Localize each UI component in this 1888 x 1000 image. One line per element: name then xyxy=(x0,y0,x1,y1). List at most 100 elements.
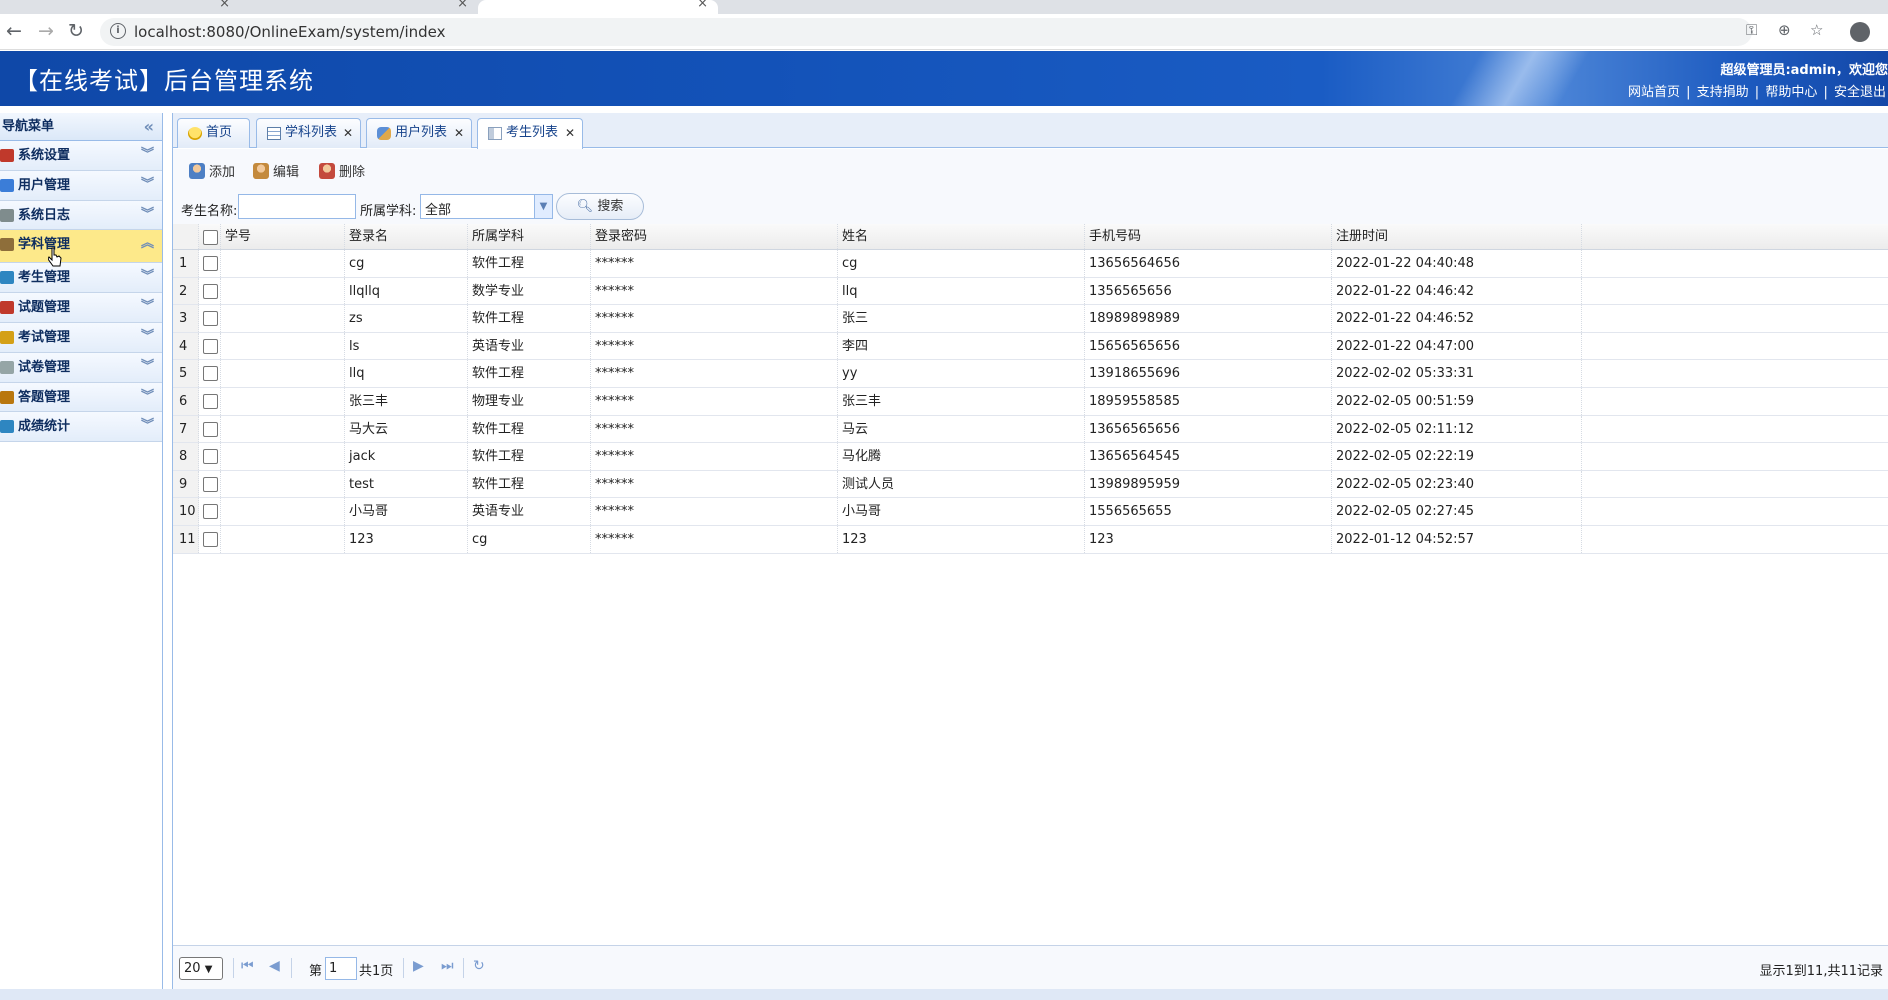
table-cell: 1356565656 xyxy=(1085,277,1332,305)
row-checkbox[interactable] xyxy=(203,283,218,299)
last-page-icon[interactable]: ⏭︎ xyxy=(441,958,454,974)
chevron-up-icon[interactable]: ︽ xyxy=(141,229,154,258)
browser-tab-active[interactable]: × xyxy=(478,0,718,14)
column-header[interactable]: 登录名 xyxy=(345,224,468,249)
sidebar-item-8[interactable]: 答题管理 ︾ xyxy=(0,382,162,413)
link-home[interactable]: 网站首页 xyxy=(1628,85,1680,100)
table-row[interactable]: 1 cg 软件工程 ****** cg 13656564656 2022-01-22 04:… xyxy=(173,250,1888,278)
chevron-down-icon[interactable]: ︾ xyxy=(141,322,154,351)
row-checkbox[interactable] xyxy=(203,476,218,492)
sidebar-item-7[interactable]: 试卷管理 ︾ xyxy=(0,352,162,383)
first-page-icon[interactable]: ⏮︎ xyxy=(241,958,254,974)
table-cell: 小马哥 xyxy=(345,498,468,525)
table-cell: 13656565656 xyxy=(1085,415,1332,443)
info-icon[interactable]: i xyxy=(110,23,126,39)
row-checkbox[interactable] xyxy=(203,256,218,271)
table-cell xyxy=(221,443,345,470)
sidebar-item-5[interactable]: 试题管理 ︾ xyxy=(0,293,162,323)
row-checkbox[interactable] xyxy=(203,366,218,382)
delete-button[interactable]: 删除 xyxy=(319,161,365,180)
close-icon[interactable]: × xyxy=(219,0,230,11)
link-help[interactable]: 帮助中心 xyxy=(1765,85,1817,100)
collapse-icon[interactable]: « xyxy=(144,113,154,141)
page-number-input[interactable]: 1 xyxy=(325,957,357,980)
search-button[interactable]: 🔍︎ 搜索 xyxy=(556,193,644,220)
table-row[interactable]: 8 jack 软件工程 ****** 马化腾 13656564545 2022-02-05 … xyxy=(173,443,1888,471)
close-icon[interactable]: ✕ xyxy=(454,119,464,147)
table-row[interactable]: 5 llq 软件工程 ****** yy 13918655696 2022-02-02 05… xyxy=(173,360,1888,388)
close-icon[interactable]: × xyxy=(697,0,708,11)
row-checkbox[interactable] xyxy=(203,504,218,520)
column-header[interactable]: 注册时间 xyxy=(1332,224,1582,249)
add-button[interactable]: 添加 xyxy=(189,161,235,180)
close-icon[interactable]: ✕ xyxy=(343,119,353,147)
chevron-down-icon[interactable]: ︾ xyxy=(141,352,154,381)
chevron-down-icon[interactable]: ︾ xyxy=(141,140,154,169)
star-icon[interactable]: ☆ xyxy=(1810,21,1823,39)
browser-tab[interactable]: × xyxy=(240,0,478,14)
column-header[interactable]: 手机号码 xyxy=(1085,224,1332,249)
column-header[interactable]: 登录密码 xyxy=(591,224,838,249)
row-checkbox[interactable] xyxy=(203,421,218,437)
table-row[interactable]: 4 ls 英语专业 ****** 李四 15656565656 2022-01-22 04:… xyxy=(173,332,1888,361)
next-page-icon[interactable]: ▶︎ xyxy=(413,958,424,974)
column-header[interactable]: 姓名 xyxy=(838,224,1085,249)
edit-button[interactable]: 编辑 xyxy=(253,161,299,180)
table-row[interactable]: 11 123 cg ****** 123 123 2022-01-12 04:52:57 xyxy=(173,525,1888,554)
table-row[interactable]: 2 llqllq 数学专业 ****** llq 1356565656 2022-01-22… xyxy=(173,277,1888,306)
profile-avatar-icon[interactable] xyxy=(1850,22,1870,42)
tab-home[interactable]: 首页 xyxy=(177,118,250,148)
page-size-select[interactable]: 20 ▼ xyxy=(179,957,223,980)
reload-icon[interactable]: ↻ xyxy=(68,20,84,42)
chevron-down-icon[interactable]: ▼ xyxy=(534,195,552,218)
row-checkbox[interactable] xyxy=(203,338,218,354)
tab-user-list[interactable]: 用户列表 ✕ xyxy=(366,118,472,148)
chevron-down-icon[interactable]: ︾ xyxy=(141,411,154,440)
column-header[interactable]: 学号 xyxy=(221,224,345,249)
pagination-bar: 20 ▼ ⏮︎ ◀︎ 第 1 共1页 ▶︎ ⏭︎ ↻ 显示1到11,共11记录 xyxy=(173,945,1888,989)
zoom-icon[interactable]: ⊕ xyxy=(1778,21,1791,39)
table-cell: 张三丰 xyxy=(345,387,468,415)
column-header[interactable]: 所属学科 xyxy=(468,224,591,249)
table-row[interactable]: 7 马大云 软件工程 ****** 马云 13656565656 2022-02-05 02… xyxy=(173,415,1888,444)
sidebar-item-9[interactable]: 成绩统计 ︾ xyxy=(0,411,162,443)
sidebar-item-3[interactable]: 学科管理 ︽ xyxy=(0,229,162,264)
browser-tab[interactable]: × xyxy=(0,0,240,14)
row-checkbox[interactable] xyxy=(203,393,218,409)
table-row[interactable]: 3 zs 软件工程 ****** 张三 18989898989 2022-01-22 04:… xyxy=(173,305,1888,333)
row-checkbox[interactable] xyxy=(203,531,218,547)
key-icon[interactable]: ⚿ xyxy=(1746,21,1757,39)
student-name-input[interactable] xyxy=(238,194,356,219)
chevron-down-icon[interactable]: ︾ xyxy=(141,262,154,291)
link-logout[interactable]: 安全退出 xyxy=(1834,85,1886,100)
close-icon[interactable]: × xyxy=(457,0,468,11)
table-cell xyxy=(221,360,345,387)
back-icon[interactable]: ← xyxy=(6,20,22,42)
prev-page-icon[interactable]: ◀︎ xyxy=(269,958,280,974)
sidebar-item-6[interactable]: 考试管理 ︾ xyxy=(0,322,162,353)
table-row[interactable]: 6 张三丰 物理专业 ****** 张三丰 18959558585 2022-02-05 0… xyxy=(173,387,1888,416)
refresh-icon[interactable]: ↻ xyxy=(473,958,485,974)
sidebar-item-2[interactable]: 系统日志 ︾ xyxy=(0,200,162,231)
users-icon xyxy=(0,178,14,192)
chevron-down-icon[interactable]: ︾ xyxy=(141,200,154,229)
chevron-down-icon[interactable]: ︾ xyxy=(141,382,154,411)
select-all-checkbox[interactable] xyxy=(203,230,218,245)
sidebar-item-0[interactable]: 系统设置 ︾ xyxy=(0,141,162,171)
tab-student-list[interactable]: 考生列表 ✕ xyxy=(477,118,583,149)
new-tab-button[interactable] xyxy=(728,0,768,14)
link-support[interactable]: 支持捐助 xyxy=(1697,85,1749,100)
url-field[interactable]: i localhost:8080/OnlineExam/system/index xyxy=(100,18,1752,46)
subject-select[interactable]: 全部 ▼ xyxy=(420,194,553,219)
row-checkbox[interactable] xyxy=(203,311,218,327)
chevron-down-icon[interactable]: ︾ xyxy=(141,292,154,321)
sidebar-item-4[interactable]: 考生管理 ︾ xyxy=(0,262,162,294)
chevron-down-icon[interactable]: ︾ xyxy=(141,170,154,199)
tab-subject-list[interactable]: 学科列表 ✕ xyxy=(256,118,361,148)
forward-icon[interactable]: → xyxy=(38,20,54,42)
close-icon[interactable]: ✕ xyxy=(565,119,575,147)
table-row[interactable]: 9 test 软件工程 ****** 测试人员 13989895959 2022-02-05… xyxy=(173,470,1888,499)
row-checkbox[interactable] xyxy=(203,449,218,465)
table-row[interactable]: 10 小马哥 英语专业 ****** 小马哥 1556565655 2022-02-05 0… xyxy=(173,498,1888,526)
sidebar-item-1[interactable]: 用户管理 ︾ xyxy=(0,170,162,201)
